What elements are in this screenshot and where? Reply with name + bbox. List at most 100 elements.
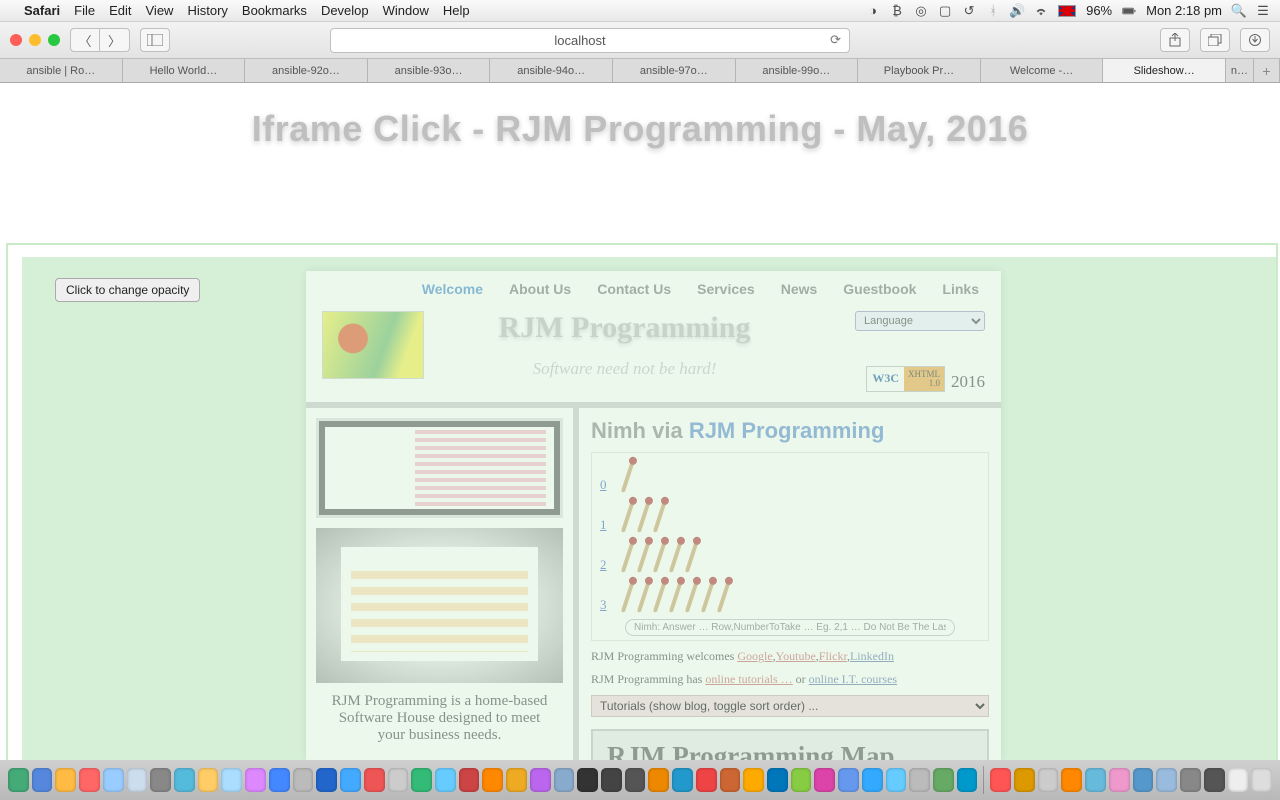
- menu-bookmarks[interactable]: Bookmarks: [242, 3, 307, 18]
- dock-app-icon[interactable]: [198, 768, 219, 792]
- nav-news[interactable]: News: [781, 281, 818, 297]
- match-stick-icon[interactable]: [653, 579, 667, 613]
- menu-window[interactable]: Window: [383, 3, 429, 18]
- clock[interactable]: Mon 2:18 pm: [1146, 3, 1222, 18]
- new-tab-button[interactable]: +: [1254, 59, 1280, 82]
- tab-7[interactable]: Playbook Pr…: [858, 59, 981, 82]
- tab-9[interactable]: Slideshow…: [1103, 59, 1226, 82]
- dock-app-icon[interactable]: [625, 768, 646, 792]
- forward-button[interactable]: 〉: [100, 28, 130, 52]
- reload-icon[interactable]: ⟳: [830, 32, 841, 48]
- dock-app-icon[interactable]: [1085, 768, 1106, 792]
- tab-6[interactable]: ansible-99o…: [736, 59, 859, 82]
- dock-app-icon[interactable]: [990, 768, 1011, 792]
- menu-develop[interactable]: Develop: [321, 3, 369, 18]
- nav-contact[interactable]: Contact Us: [597, 281, 671, 297]
- sidebar-toggle-button[interactable]: [140, 28, 170, 52]
- link-linkedin[interactable]: LinkedIn: [850, 649, 894, 663]
- nav-welcome[interactable]: Welcome: [422, 281, 483, 297]
- bluetooth-icon[interactable]: ᚼ: [986, 4, 1000, 18]
- menu-edit[interactable]: Edit: [109, 3, 131, 18]
- app-name[interactable]: Safari: [24, 3, 60, 18]
- tab-8[interactable]: Welcome -…: [981, 59, 1104, 82]
- change-opacity-button[interactable]: Click to change opacity: [55, 278, 200, 302]
- menu-file[interactable]: File: [74, 3, 95, 18]
- link-flickr[interactable]: Flickr: [819, 649, 847, 663]
- site-logo[interactable]: [322, 311, 424, 379]
- dock-app-icon[interactable]: [1180, 768, 1201, 792]
- dock-app-icon[interactable]: [957, 768, 978, 792]
- nimh-row-label[interactable]: 3: [600, 597, 614, 613]
- match-stick-icon[interactable]: [653, 539, 667, 573]
- airplay-icon[interactable]: ▢: [938, 4, 952, 18]
- zoom-window-button[interactable]: [48, 34, 60, 46]
- share-button[interactable]: [1160, 28, 1190, 52]
- link-courses[interactable]: online I.T. courses: [809, 672, 897, 686]
- dock-app-icon[interactable]: [933, 768, 954, 792]
- timemachine-icon[interactable]: ↺: [962, 4, 976, 18]
- menu-help[interactable]: Help: [443, 3, 470, 18]
- tab-3[interactable]: ansible-93o…: [368, 59, 491, 82]
- match-stick-icon[interactable]: [669, 539, 683, 573]
- dock-app-icon[interactable]: [506, 768, 527, 792]
- nav-about[interactable]: About Us: [509, 281, 571, 297]
- dock-app-icon[interactable]: [1204, 768, 1225, 792]
- tab-4[interactable]: ansible-94o…: [490, 59, 613, 82]
- dock-app-icon[interactable]: [909, 768, 930, 792]
- notification-center-icon[interactable]: ☰: [1256, 4, 1270, 18]
- close-window-button[interactable]: [10, 34, 22, 46]
- language-select[interactable]: Language: [855, 311, 985, 331]
- match-stick-icon[interactable]: [653, 499, 667, 533]
- flag-icon[interactable]: [1058, 5, 1076, 17]
- dock-app-icon[interactable]: [886, 768, 907, 792]
- dock-app-icon[interactable]: [364, 768, 385, 792]
- dock-app-icon[interactable]: [435, 768, 456, 792]
- nimh-row-label[interactable]: 2: [600, 557, 614, 573]
- dock-app-icon[interactable]: [1156, 768, 1177, 792]
- match-stick-icon[interactable]: [621, 579, 635, 613]
- downloads-button[interactable]: [1240, 28, 1270, 52]
- dock-app-icon[interactable]: [245, 768, 266, 792]
- nav-links[interactable]: Links: [942, 281, 979, 297]
- dock-app-icon[interactable]: [672, 768, 693, 792]
- match-stick-icon[interactable]: [637, 499, 651, 533]
- dock-app-icon[interactable]: [767, 768, 788, 792]
- match-stick-icon[interactable]: [701, 579, 715, 613]
- dock-app-icon[interactable]: [482, 768, 503, 792]
- link-youtube[interactable]: Youtube: [776, 649, 816, 663]
- thumbnail-2[interactable]: [316, 528, 563, 683]
- dock-app-icon[interactable]: [32, 768, 53, 792]
- dock-app-icon[interactable]: [174, 768, 195, 792]
- match-stick-icon[interactable]: [637, 579, 651, 613]
- match-stick-icon[interactable]: [621, 459, 635, 493]
- tab-5[interactable]: ansible-97o…: [613, 59, 736, 82]
- dock-app-icon[interactable]: [1061, 768, 1082, 792]
- dock-app-icon[interactable]: [150, 768, 171, 792]
- match-stick-icon[interactable]: [669, 579, 683, 613]
- wifi-icon[interactable]: [1034, 4, 1048, 18]
- spotlight-icon[interactable]: 🔍: [1232, 4, 1246, 18]
- thumbnail-1[interactable]: [316, 418, 563, 518]
- dock-app-icon[interactable]: [554, 768, 575, 792]
- tutorials-select[interactable]: Tutorials (show blog, toggle sort order)…: [591, 695, 989, 717]
- dock-app-icon[interactable]: [79, 768, 100, 792]
- dock-app-icon[interactable]: [1228, 768, 1249, 792]
- match-stick-icon[interactable]: [637, 539, 651, 573]
- w3c-badge[interactable]: W3C XHTML1.0: [866, 366, 945, 392]
- dock-app-icon[interactable]: [862, 768, 883, 792]
- match-stick-icon[interactable]: [717, 579, 731, 613]
- nav-guestbook[interactable]: Guestbook: [843, 281, 916, 297]
- dock-app-icon[interactable]: [411, 768, 432, 792]
- link-google[interactable]: Google: [737, 649, 772, 663]
- volume-icon[interactable]: 🔊: [1010, 4, 1024, 18]
- tab-10[interactable]: n…: [1226, 59, 1254, 82]
- dock-app-icon[interactable]: [269, 768, 290, 792]
- dock-app-icon[interactable]: [459, 768, 480, 792]
- tab-1[interactable]: Hello World…: [123, 59, 246, 82]
- tabs-overview-button[interactable]: [1200, 28, 1230, 52]
- back-button[interactable]: 〈: [70, 28, 100, 52]
- dock-app-icon[interactable]: [1038, 768, 1059, 792]
- bitcoin-icon[interactable]: ₿: [890, 4, 904, 18]
- menu-view[interactable]: View: [146, 3, 174, 18]
- match-stick-icon[interactable]: [621, 539, 635, 573]
